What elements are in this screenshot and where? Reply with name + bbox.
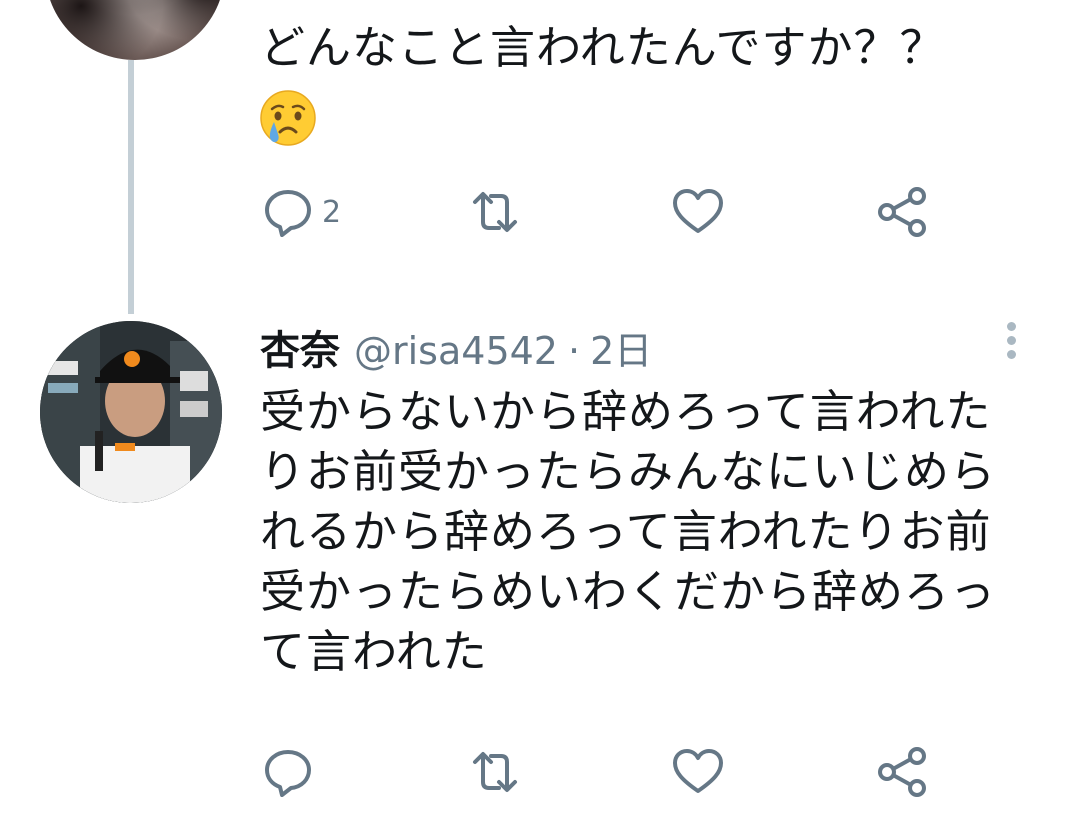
tweet-text: どんなこと言われたんですか？？ [260, 21, 946, 74]
avatar-photo [40, 321, 222, 503]
retweet-button[interactable] [465, 742, 525, 802]
retweet-icon [473, 752, 517, 792]
like-icon [673, 749, 723, 793]
avatar[interactable] [45, 0, 225, 60]
more-icon[interactable] [1002, 322, 1022, 362]
timestamp[interactable]: 2日 [590, 320, 652, 375]
tweet-actions: 2 [260, 182, 940, 242]
display-name[interactable]: 杏奈 [260, 318, 340, 376]
avatar[interactable] [40, 321, 222, 503]
user-handle[interactable]: @risa4542 [354, 329, 558, 373]
retweet-button[interactable] [465, 182, 525, 242]
thread-connector-line [128, 60, 134, 314]
share-button[interactable] [875, 182, 931, 242]
share-icon [878, 747, 926, 797]
tweet-text: 受からないから辞めろって言われたりお前受かったらみんなにいじめられるから辞めろっ… [260, 385, 997, 678]
like-button[interactable] [670, 742, 726, 802]
share-button[interactable] [875, 742, 931, 802]
reply-button[interactable]: 2 [260, 182, 341, 242]
tweet-actions [260, 742, 940, 802]
like-button[interactable] [670, 182, 726, 242]
share-icon [878, 187, 926, 237]
reply-count: 2 [322, 194, 342, 230]
separator: · [567, 329, 581, 373]
retweet-icon [473, 192, 517, 232]
reply-button[interactable] [260, 742, 316, 802]
like-icon [673, 189, 723, 233]
reply-icon [265, 750, 311, 797]
avatar-photo [45, 0, 225, 60]
tweet-header: 杏奈 @risa4542 · 2日 [260, 318, 652, 378]
reply-icon [265, 190, 311, 237]
crying-face-icon [260, 90, 316, 146]
